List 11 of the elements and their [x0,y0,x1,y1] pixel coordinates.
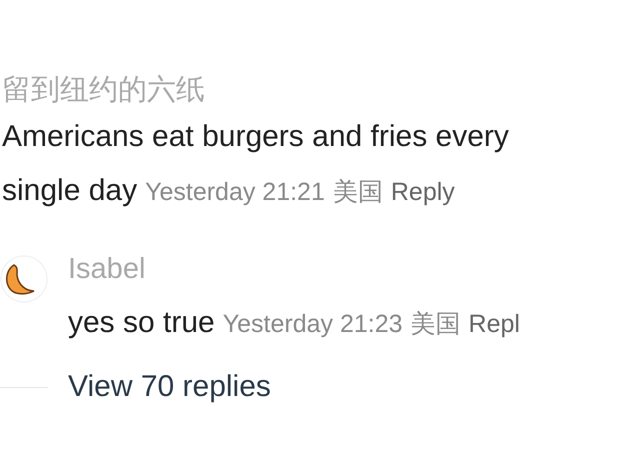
timestamp: Yesterday 21:21 [145,178,325,206]
reply-text: yes so true [68,306,215,339]
location-label: 美国 [332,178,383,206]
reply-link[interactable]: Repl [468,310,520,338]
comment-text: single day [2,174,138,207]
location-label: 美国 [410,310,461,338]
avatar-icon[interactable] [0,255,48,303]
comment-text: Americans eat burgers and fries every [2,120,509,153]
reply-link[interactable]: Reply [390,178,455,206]
timestamp: Yesterday 21:23 [222,310,403,338]
view-replies-link[interactable]: View 70 replies [68,370,271,404]
